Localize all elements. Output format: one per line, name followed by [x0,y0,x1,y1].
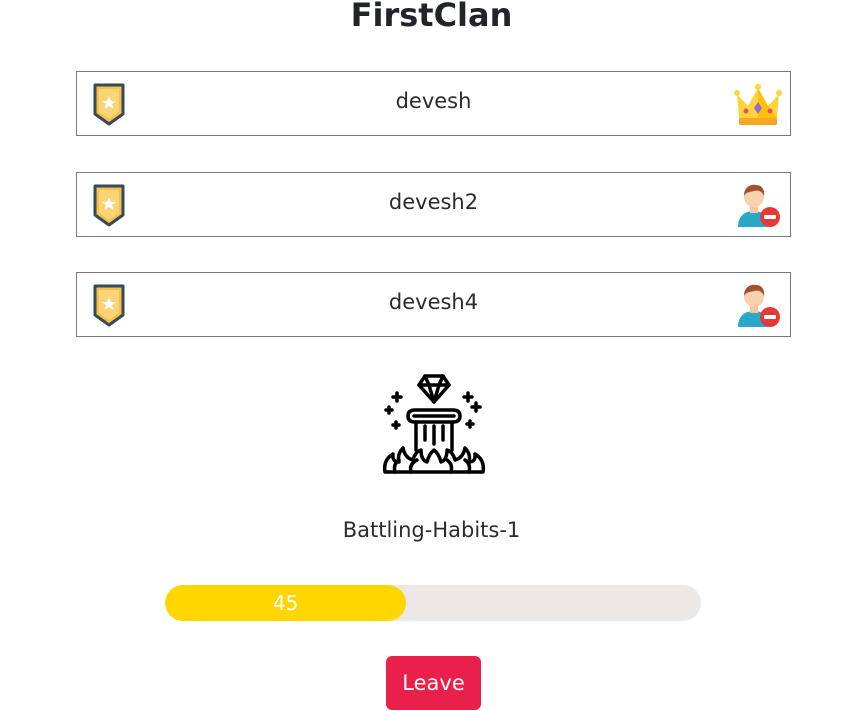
diamond-trophy-icon [382,374,486,474]
challenge-name: Battling-Habits-1 [342,518,521,542]
member-name: devesh [395,89,472,113]
progress-fill: 45 [165,585,407,621]
member-name: devesh2 [388,190,479,214]
member-name: devesh4 [388,290,479,314]
leave-button[interactable]: Leave [386,656,481,710]
remove-user-icon[interactable] [734,181,782,229]
challenge-progress-bar: 45 [165,585,701,621]
progress-value: 45 [272,591,299,615]
remove-user-icon[interactable] [734,281,782,329]
member-row: devesh [76,71,791,136]
member-row: devesh4 [76,272,791,337]
member-row: devesh2 [76,172,791,237]
crown-icon [734,84,782,125]
clan-title: FirstClan [350,0,513,34]
